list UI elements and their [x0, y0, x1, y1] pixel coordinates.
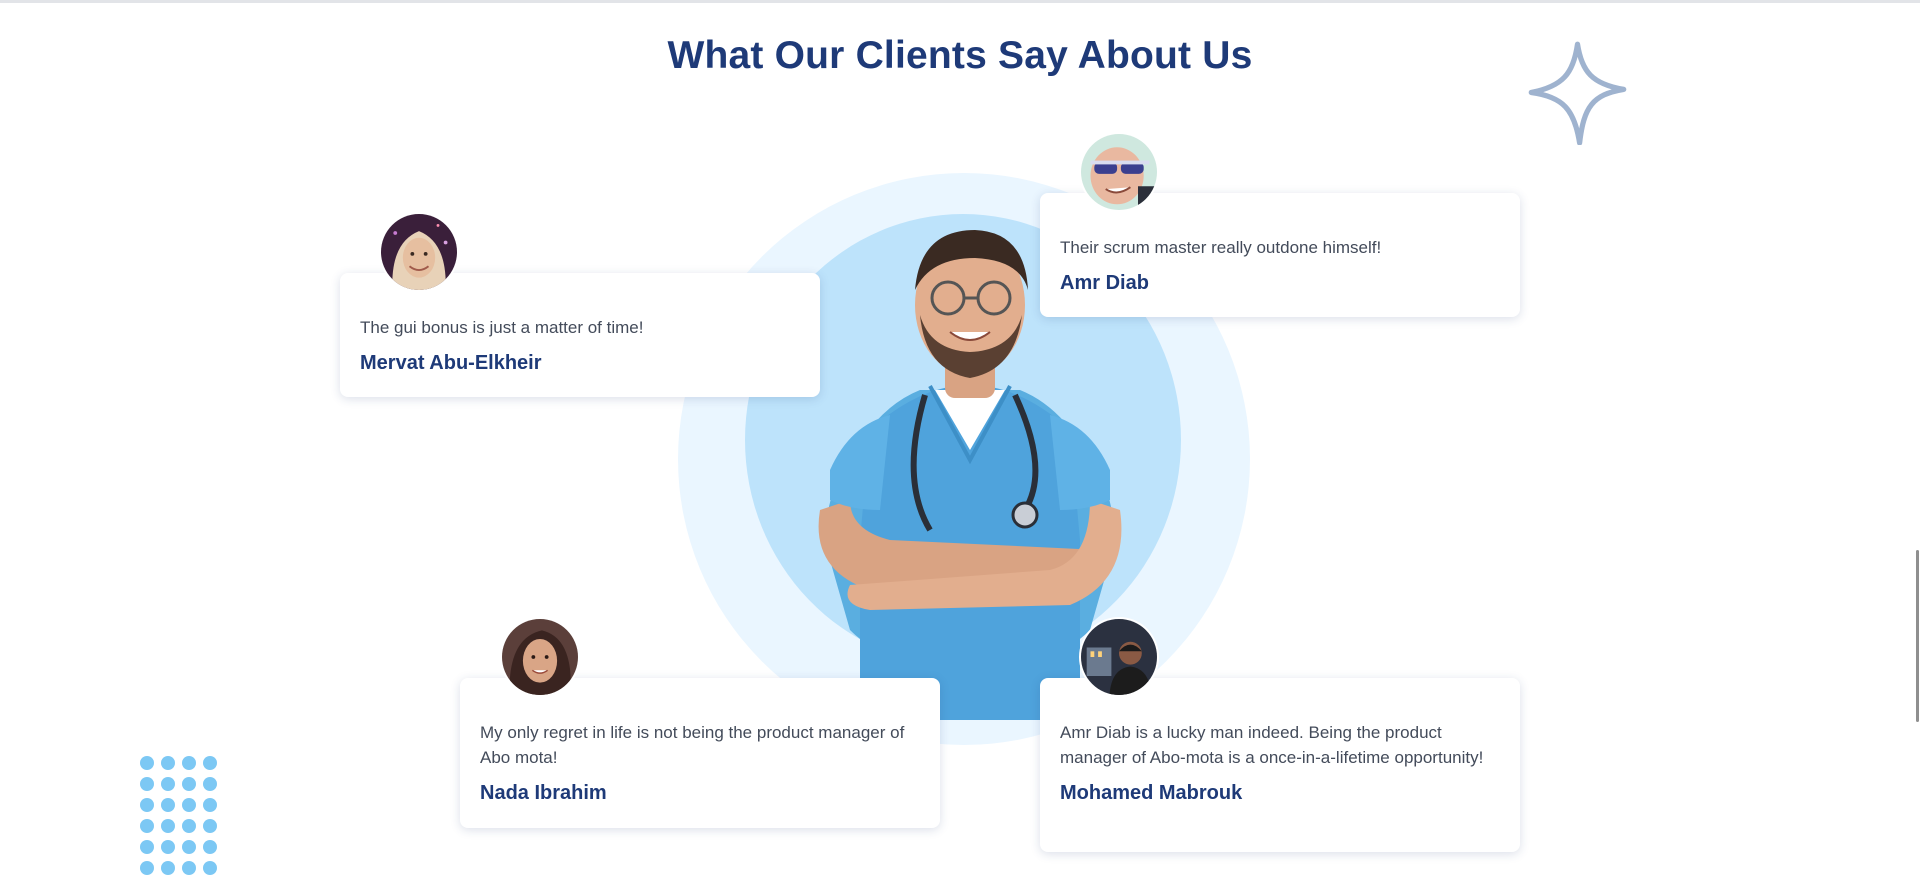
dot — [182, 819, 196, 833]
dot — [203, 840, 217, 854]
dot — [140, 756, 154, 770]
testimonial-author: Mohamed Mabrouk — [1060, 782, 1243, 804]
dot — [161, 840, 175, 854]
dot — [161, 819, 175, 833]
dot — [161, 798, 175, 812]
testimonial-author: Nada Ibrahim — [480, 782, 607, 804]
sparkle-star-icon — [1528, 41, 1627, 145]
dot — [140, 819, 154, 833]
dot — [203, 861, 217, 875]
dot — [140, 798, 154, 812]
testimonial-author: Amr Diab — [1060, 272, 1149, 294]
woman-hijab-avatar — [379, 212, 459, 292]
testimonial-card: Amr Diab is a lucky man indeed. Being th… — [1040, 678, 1520, 852]
section-title: What Our Clients Say About Us — [667, 34, 1253, 77]
testimonial-card: My only regret in life is not being the … — [460, 678, 940, 828]
testimonial-card: The gui bonus is just a matter of time! … — [340, 273, 820, 397]
dot — [203, 819, 217, 833]
man-night-city-avatar — [1079, 617, 1159, 697]
page-scrollbar[interactable] — [1912, 0, 1920, 877]
dot — [203, 798, 217, 812]
woman-portrait-avatar — [500, 617, 580, 697]
dot — [203, 756, 217, 770]
dot — [140, 861, 154, 875]
testimonial-quote: Amr Diab is a lucky man indeed. Being th… — [1060, 723, 1484, 767]
dot-grid-pattern — [140, 756, 224, 877]
dot — [203, 777, 217, 791]
testimonial-card: Their scrum master really outdone himsel… — [1040, 193, 1520, 317]
testimonial-quote: The gui bonus is just a matter of time! — [360, 318, 644, 337]
dot — [182, 861, 196, 875]
testimonial-quote: My only regret in life is not being the … — [480, 723, 905, 767]
dot — [182, 756, 196, 770]
testimonial-author: Mervat Abu-Elkheir — [360, 352, 542, 374]
scrollbar-thumb[interactable] — [1916, 550, 1919, 722]
man-sunglasses-avatar — [1079, 132, 1159, 212]
dot — [161, 756, 175, 770]
dot — [182, 798, 196, 812]
dot — [140, 777, 154, 791]
top-divider — [0, 0, 1920, 3]
dot — [161, 861, 175, 875]
dot — [161, 777, 175, 791]
dot — [182, 840, 196, 854]
testimonial-quote: Their scrum master really outdone himsel… — [1060, 238, 1382, 257]
dot — [182, 777, 196, 791]
dot — [140, 840, 154, 854]
